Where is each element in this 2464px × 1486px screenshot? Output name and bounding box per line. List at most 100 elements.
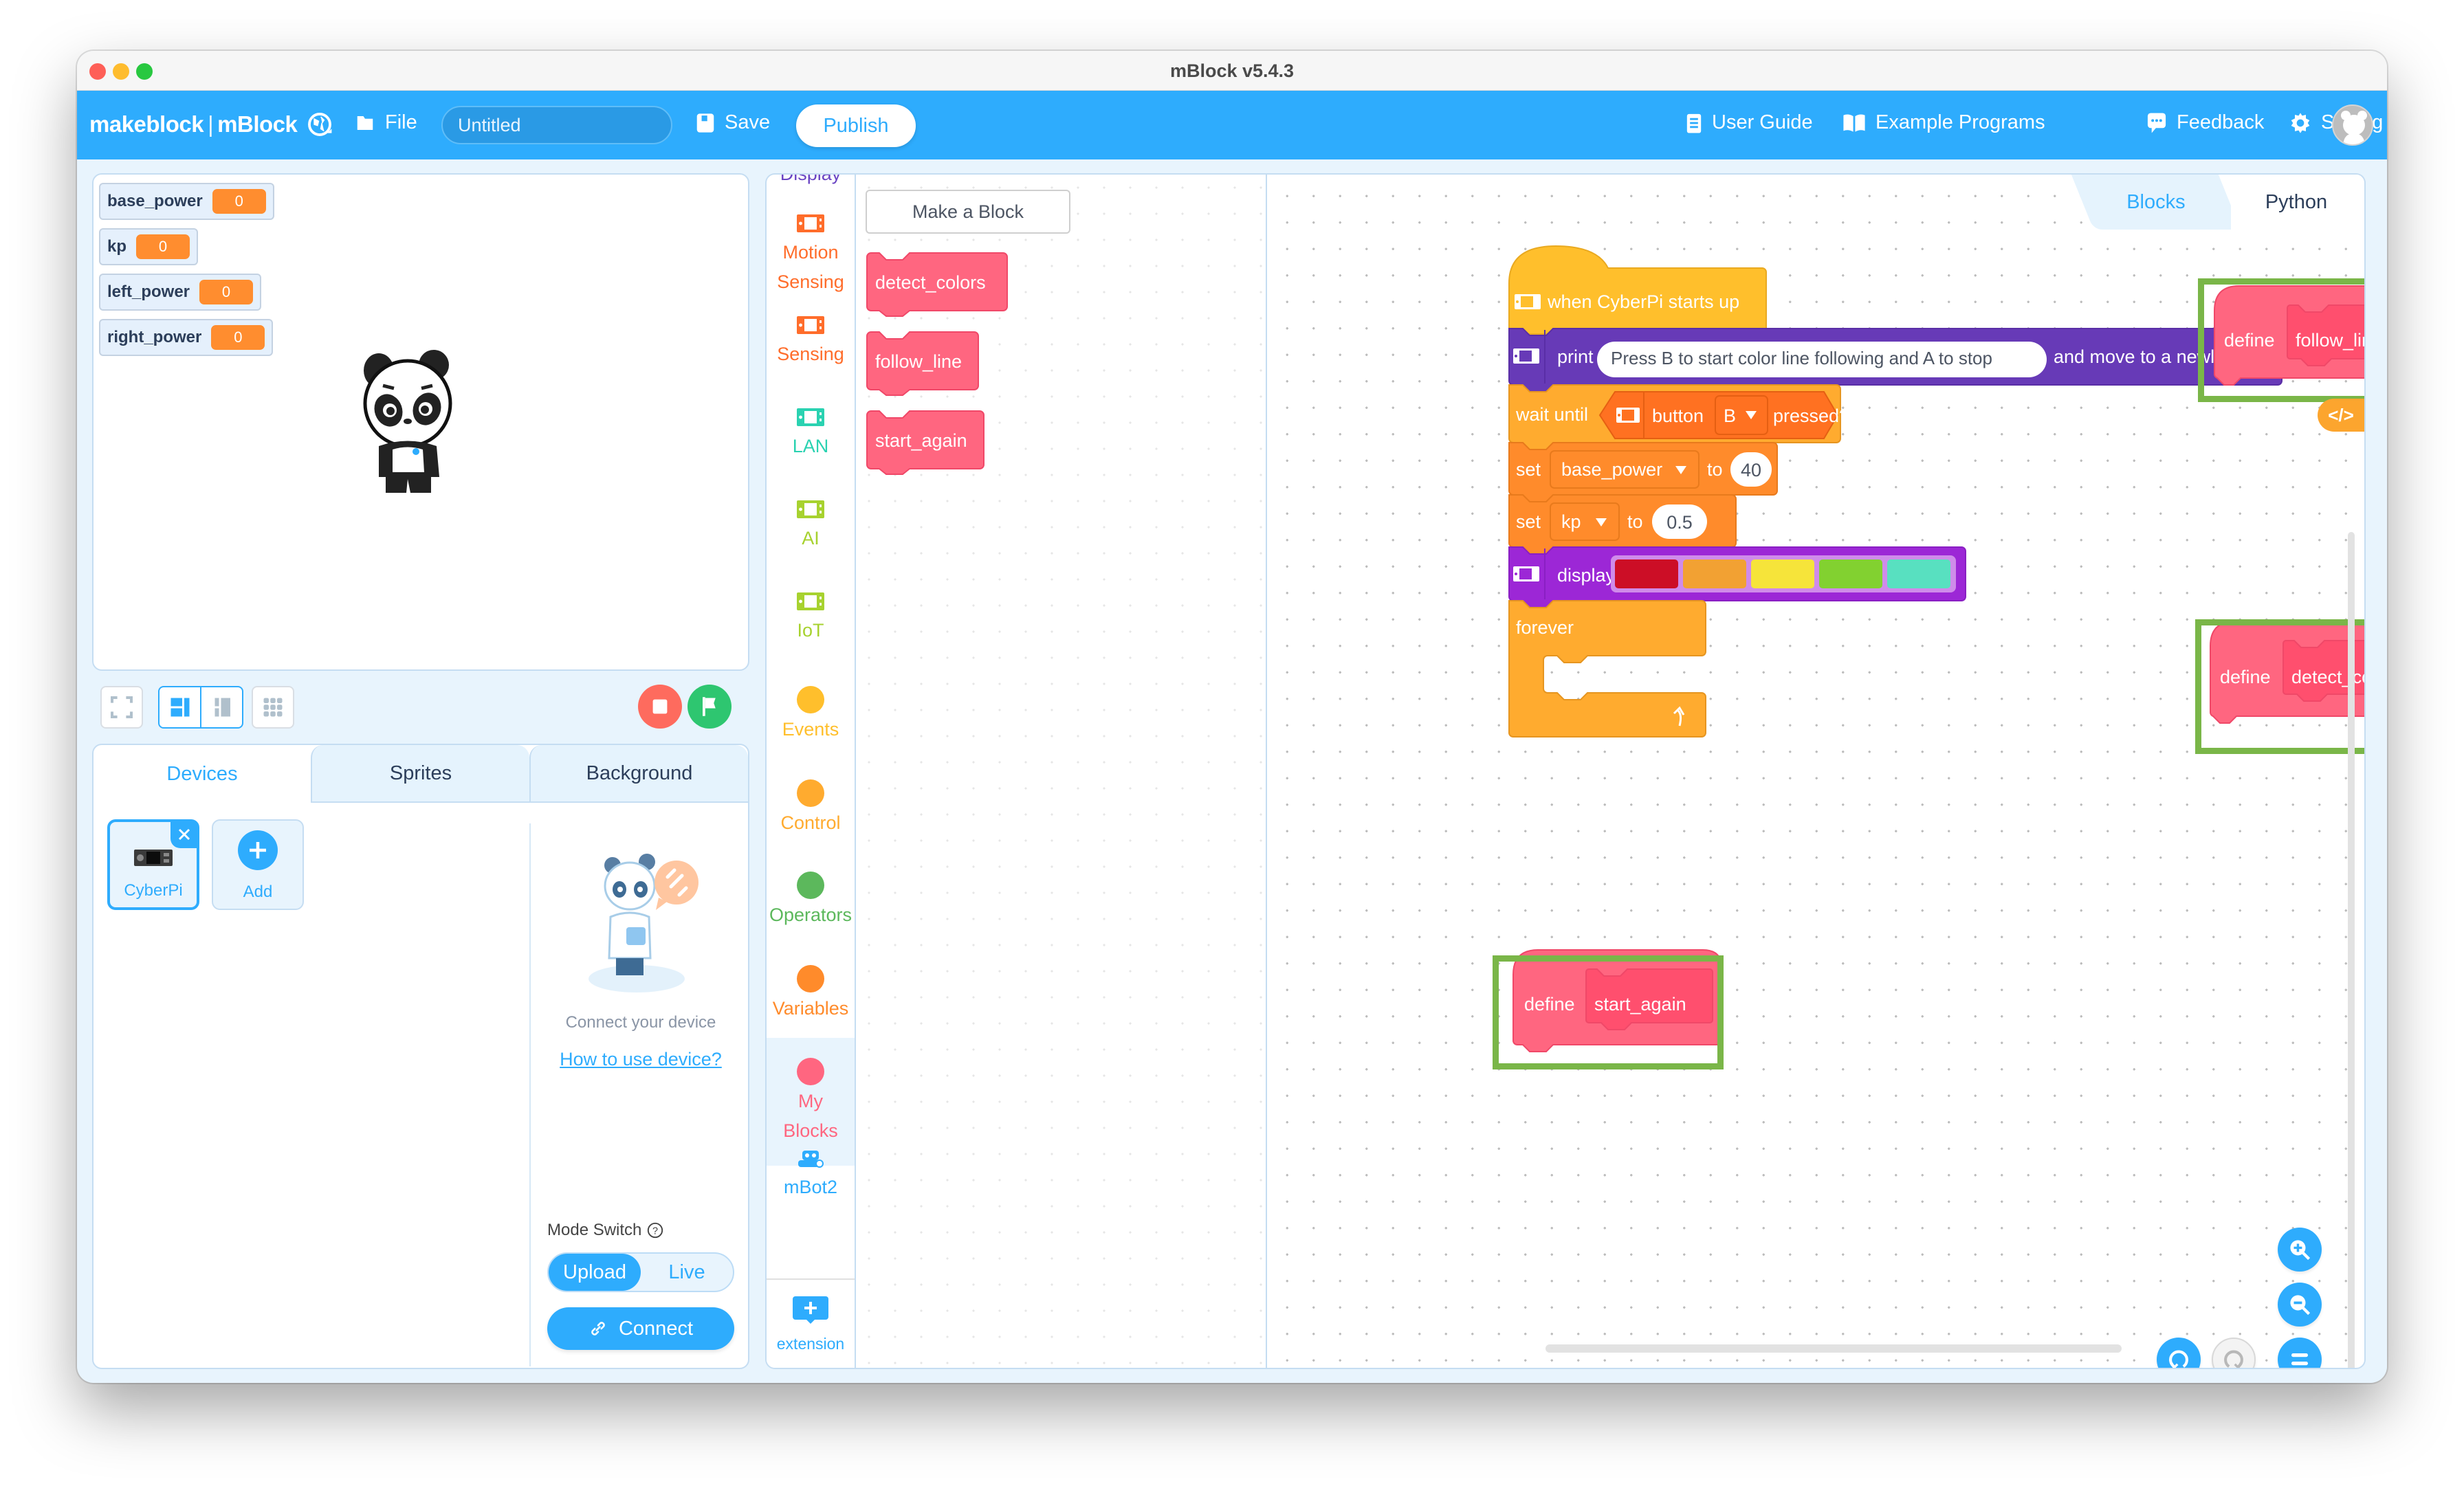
palette-block-label: detect_colors — [875, 272, 986, 293]
window-title: mBlock v5.4.3 — [1169, 60, 1295, 81]
script-workspace[interactable]: Blocks Python when CyberPi starts up pri… — [1267, 173, 2366, 1369]
example-programs-button[interactable]: Example Programs — [1842, 111, 2045, 134]
category-label: Control — [780, 812, 841, 833]
mode-switch[interactable]: Upload Live — [547, 1252, 734, 1292]
category-label: Display — [780, 173, 842, 184]
mode-live[interactable]: Live — [641, 1254, 733, 1291]
panda-sprite[interactable] — [358, 350, 461, 494]
save-button[interactable]: Save — [696, 111, 770, 134]
app-header: makeblock|mBlock File Save Publish User … — [77, 91, 2387, 159]
connect-label: Connect — [618, 1317, 693, 1340]
palette-block-follow-line[interactable]: follow_line — [866, 331, 982, 397]
extension-button[interactable]: extension — [767, 1278, 855, 1368]
display-colors-block[interactable]: display — [1508, 546, 1966, 608]
remove-device-button[interactable] — [170, 821, 198, 848]
panda-avatar-icon — [2341, 111, 2367, 144]
zoom-out-button[interactable] — [2278, 1283, 2322, 1327]
file-menu[interactable]: File — [355, 111, 417, 134]
category-sensing[interactable]: Sensing — [767, 316, 855, 369]
cyberpi-icon — [797, 408, 824, 426]
green-flag-button[interactable] — [688, 685, 732, 729]
category-variables[interactable]: Variables — [767, 965, 855, 1023]
variable-monitor-base-power: base_power 0 — [99, 183, 274, 220]
device-card-cyberpi[interactable]: CyberPi — [107, 819, 199, 910]
palette-block-start-again[interactable]: start_again — [866, 410, 989, 476]
pressed-label: pressed? — [1773, 406, 1849, 426]
monitor-label: right_power — [107, 328, 202, 346]
save-label: Save — [725, 111, 771, 133]
svg-text:?: ? — [652, 1226, 658, 1237]
category-my-blocks[interactable]: My Blocks — [767, 1038, 855, 1166]
tab-sprites[interactable]: Sprites — [311, 745, 529, 803]
print-block[interactable]: print Press B to start color line follow… — [1508, 328, 2282, 392]
grid-view-button[interactable] — [252, 686, 294, 729]
mode-upload[interactable]: Upload — [549, 1254, 641, 1291]
category-lan[interactable]: LAN — [767, 408, 855, 461]
help-icon[interactable]: ? — [647, 1222, 663, 1239]
to-label: to — [1707, 459, 1723, 480]
feedback-button[interactable]: Feedback — [2146, 111, 2264, 134]
how-to-use-device-link[interactable]: How to use device? — [531, 1049, 748, 1070]
category-mbot2[interactable]: mBot2 — [767, 1149, 855, 1202]
wait-until-label: wait until — [1515, 404, 1588, 425]
large-stage-button[interactable] — [160, 687, 201, 727]
redo-icon — [2224, 1350, 2243, 1368]
extension-label: extension — [776, 1334, 845, 1353]
category-display[interactable]: Display — [767, 173, 855, 189]
category-operators[interactable]: Operators — [767, 872, 855, 930]
category-events[interactable]: Events — [767, 686, 855, 744]
category-iot[interactable]: IoT — [767, 592, 855, 645]
stop-button[interactable] — [638, 685, 682, 729]
zoom-in-button[interactable] — [2278, 1228, 2322, 1272]
category-control[interactable]: Control — [767, 779, 855, 838]
tab-background[interactable]: Background — [529, 745, 748, 803]
category-dot-icon — [797, 686, 824, 713]
globe-icon — [308, 113, 332, 136]
variable-dropdown[interactable] — [1550, 502, 1620, 541]
print-text-value: Press B to start color line following an… — [1611, 348, 1992, 368]
category-ai[interactable]: AI — [767, 500, 855, 553]
category-label: Motion Sensing — [777, 242, 844, 293]
highlight-start-again — [1493, 955, 1724, 1069]
cyberpi-icon — [1616, 408, 1640, 423]
publish-button[interactable]: Publish — [796, 104, 916, 147]
feedback-label: Feedback — [2177, 111, 2265, 133]
color-swatch[interactable] — [1683, 559, 1746, 588]
stage-layout-toggle[interactable] — [158, 686, 243, 729]
fullscreen-button[interactable] — [100, 686, 143, 729]
wait-until-block[interactable]: wait until button B pressed? — [1508, 384, 1849, 450]
mblock-window: mBlock v5.4.3 makeblock|mBlock File Save… — [77, 51, 2387, 1383]
vertical-scrollbar[interactable] — [2348, 532, 2355, 1368]
zoom-out-icon — [2290, 1295, 2311, 1316]
folder-icon — [357, 115, 373, 130]
project-title-input[interactable] — [441, 106, 672, 144]
add-extension-icon — [793, 1296, 828, 1324]
add-device-button[interactable]: Add — [212, 819, 304, 910]
small-stage-button[interactable] — [201, 687, 242, 727]
button-dropdown-value: B — [1724, 406, 1736, 426]
value-input-text: 0.5 — [1666, 512, 1693, 533]
mbot2-icon — [798, 1151, 824, 1168]
when-cyberpi-starts-up-block[interactable]: when CyberPi starts up — [1508, 245, 1767, 335]
user-guide-button[interactable]: User Guide — [1686, 111, 1813, 134]
example-programs-label: Example Programs — [1876, 111, 2045, 133]
stage[interactable]: base_power 0 kp 0 left_power 0 right_pow… — [92, 173, 749, 671]
make-a-block-button[interactable]: Make a Block — [866, 190, 1070, 234]
color-swatch[interactable] — [1615, 559, 1678, 588]
palette-block-detect-colors[interactable]: detect_colors — [866, 252, 1010, 318]
code-view-toggle[interactable]: </> — [2318, 399, 2364, 432]
tab-devices[interactable]: Devices — [94, 745, 311, 803]
color-swatch[interactable] — [1819, 559, 1882, 588]
forever-block[interactable]: forever — [1508, 600, 1706, 738]
color-swatch[interactable] — [1887, 559, 1950, 588]
category-motion-sensing[interactable]: Motion Sensing — [767, 214, 855, 297]
set-kp-block[interactable]: set kp to 0.5 — [1508, 494, 1737, 555]
horizontal-scrollbar[interactable] — [1546, 1344, 2122, 1353]
language-button[interactable] — [307, 111, 333, 137]
category-dot-icon — [797, 779, 824, 807]
color-swatch[interactable] — [1751, 559, 1814, 588]
close-icon — [178, 828, 190, 841]
connect-button[interactable]: Connect — [547, 1307, 734, 1350]
set-base-power-block[interactable]: set base_power to 40 — [1508, 442, 1778, 502]
user-avatar[interactable] — [2332, 104, 2373, 146]
